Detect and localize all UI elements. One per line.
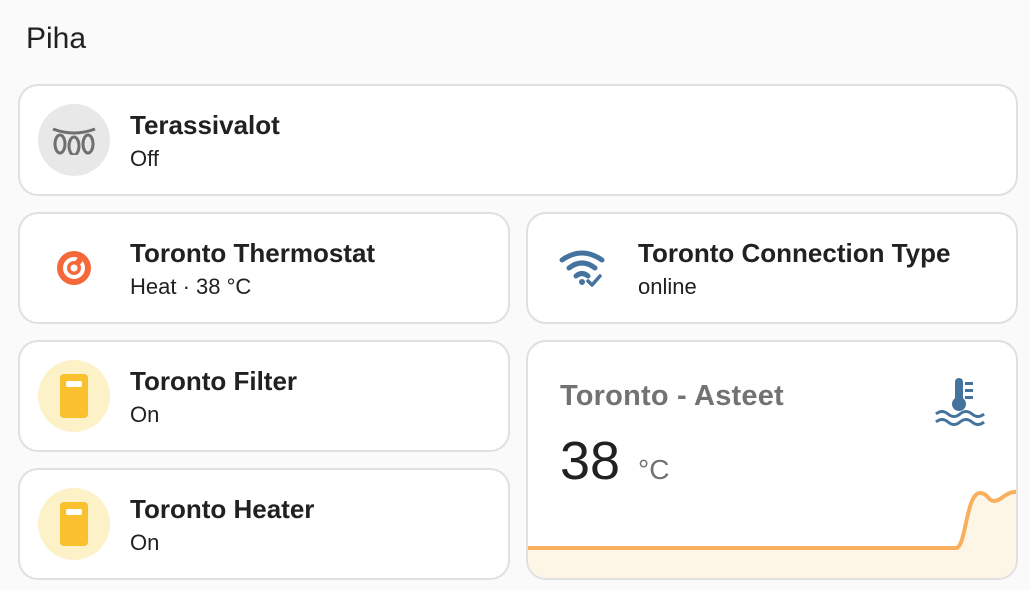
graph-fill	[528, 491, 1016, 578]
tile-name: Toronto Heater	[130, 494, 315, 524]
tile-toronto-heater[interactable]: Toronto Heater On	[18, 468, 510, 580]
tile-state: online	[638, 274, 697, 299]
sensor-history-graph	[528, 489, 1016, 578]
sensor-name: Toronto - Asteet	[560, 380, 784, 412]
tile-name: Toronto Connection Type	[638, 238, 951, 268]
tile-state: Heat · 38 °C	[130, 274, 252, 299]
tile-name: Toronto Thermostat	[130, 238, 376, 268]
tile-toronto-filter[interactable]: Toronto Filter On	[18, 340, 510, 452]
switch-icon[interactable]	[38, 488, 110, 560]
tile-state: On	[130, 530, 160, 555]
switch-icon[interactable]	[38, 360, 110, 432]
wifi-check-icon[interactable]	[546, 232, 618, 304]
water-thermometer-icon	[934, 376, 986, 431]
tile-terassivalot[interactable]: Terassivalot Off	[18, 84, 1018, 196]
graph-line	[528, 489, 1016, 550]
tile-name: Terassivalot	[130, 110, 280, 140]
string-lights-icon[interactable]	[38, 104, 110, 176]
tile-toronto-connection-type[interactable]: Toronto Connection Type online	[526, 212, 1018, 324]
tile-state: Off	[130, 146, 159, 171]
tile-name: Toronto Filter	[130, 366, 298, 396]
thermostat-icon[interactable]	[38, 232, 110, 304]
tile-toronto-thermostat[interactable]: Toronto Thermostat Heat · 38 °C	[18, 212, 510, 324]
tile-state: On	[130, 402, 160, 427]
sensor-card-toronto-asteet[interactable]: Toronto - Asteet 38 °C	[526, 340, 1018, 580]
section-title: Piha	[26, 22, 87, 55]
